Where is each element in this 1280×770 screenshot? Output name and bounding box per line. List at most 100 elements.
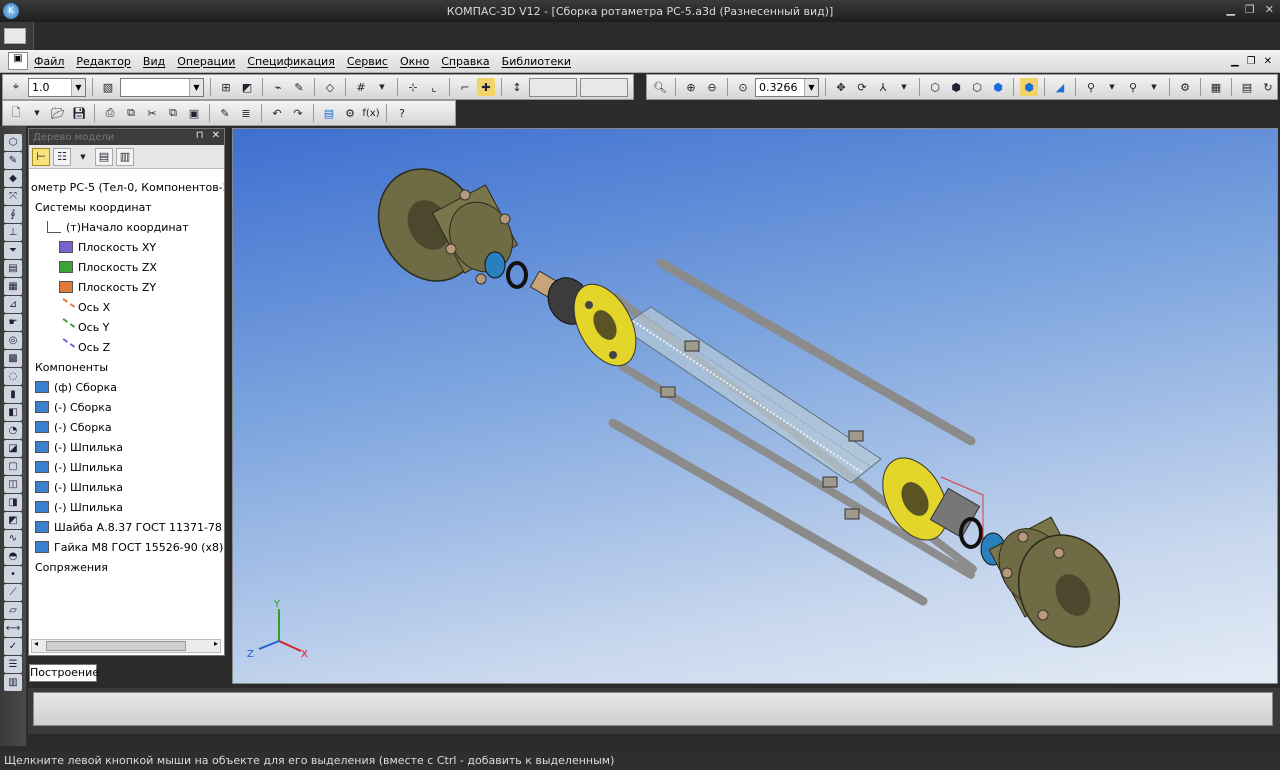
menu-view[interactable]: Вид (137, 55, 171, 68)
report-icon[interactable]: ▤ (4, 260, 22, 277)
save-icon[interactable]: 💾︎ (70, 104, 88, 122)
menu-help[interactable]: Справка (435, 55, 495, 68)
orientation-icon[interactable]: ◩ (238, 78, 256, 96)
restore-icon[interactable]: ❐ (1245, 3, 1255, 16)
tab-build[interactable]: Построение (29, 664, 99, 682)
doc-minimize-icon[interactable]: ▁ (1231, 56, 1239, 67)
variables-icon[interactable]: ⚙ (341, 104, 359, 122)
tree-properties-icon[interactable]: ▥ (116, 147, 134, 166)
menu-operations[interactable]: Операции (171, 55, 241, 68)
redo-icon[interactable]: ↷ (289, 104, 307, 122)
array-icon[interactable]: ▩ (4, 350, 22, 367)
refresh-icon[interactable]: ↻ (1259, 78, 1277, 96)
point-icon[interactable]: • (4, 566, 22, 583)
paste-icon[interactable]: ▣ (185, 104, 203, 122)
dropdown-icon[interactable]: ▼ (1145, 78, 1163, 96)
layer-style-icon[interactable]: ▧ (99, 78, 117, 96)
mirror-icon[interactable]: ◨ (4, 494, 22, 511)
menu-libraries[interactable]: Библиотеки (496, 55, 577, 68)
tree-root[interactable]: ометр РС-5 (Тел-0, Компонентов-23) (31, 177, 224, 197)
tree-item[interactable]: (-) Сборка (35, 417, 112, 437)
scroll-right-icon[interactable]: ▸ (214, 639, 218, 648)
cut-icon[interactable]: ✂ (143, 104, 161, 122)
perspective-icon[interactable]: ◢ (1051, 78, 1069, 96)
open-icon[interactable]: 📂︎ (49, 104, 67, 122)
orient-icon[interactable]: ⅄ (874, 78, 892, 96)
tree-item[interactable]: Ось X (56, 297, 110, 317)
hidden-thin-icon[interactable]: ⬡ (968, 78, 986, 96)
shaded-edges-icon[interactable]: ⬢ (1020, 78, 1038, 96)
tree-item[interactable]: Системы координат (35, 197, 152, 217)
shell-icon[interactable]: ▢ (4, 458, 22, 475)
tree-item[interactable]: (-) Шпилька (35, 457, 123, 477)
zoom-in-icon[interactable]: ⊕ (682, 78, 700, 96)
measure-tool-icon[interactable]: ⟷ (4, 620, 22, 637)
zoom-out-icon[interactable]: ⊖ (703, 78, 721, 96)
coordinate-readout-icon[interactable]: ↕ (508, 78, 526, 96)
close-icon[interactable]: ✕ (1265, 3, 1274, 16)
spring-icon[interactable]: ∮ (4, 206, 22, 223)
3d-viewport[interactable]: Y X Z (232, 128, 1278, 684)
rib-icon[interactable]: ◫ (4, 476, 22, 493)
properties-icon[interactable]: ⚙ (1176, 78, 1194, 96)
format-painter-icon[interactable]: ✎ (216, 104, 234, 122)
dropdown-icon[interactable]: ▼ (1103, 78, 1121, 96)
tree-item[interactable]: Плоскость ZY (59, 277, 156, 297)
tree-item[interactable]: Шайба А.8.37 ГОСТ 11371-78 (x (35, 517, 224, 537)
menu-specification[interactable]: Спецификация (241, 55, 340, 68)
properties-list-icon[interactable]: ≣ (237, 104, 255, 122)
round-mode-icon[interactable]: ✚ (477, 78, 495, 96)
undo-icon[interactable]: ↶ (268, 104, 286, 122)
sketch-icon[interactable]: ✎ (4, 152, 22, 169)
x-coordinate-field[interactable] (529, 77, 577, 97)
menu-editor[interactable]: Редактор (70, 55, 137, 68)
tree-item[interactable]: (-) Сборка (35, 397, 112, 417)
tree-item[interactable]: Плоскость ZX (59, 257, 157, 277)
tree-item[interactable]: Ось Y (56, 317, 109, 337)
tree-item[interactable]: (-) Шпилька (35, 497, 123, 517)
spec-icon[interactable]: ☰ (4, 656, 22, 673)
tree-item[interactable]: Сопряжения (35, 557, 108, 577)
tree-item[interactable]: Компоненты (35, 357, 108, 377)
calculator-icon[interactable]: ▤ (1238, 78, 1256, 96)
doc-close-icon[interactable]: ✕ (1264, 56, 1272, 67)
sweep-icon[interactable]: ◌ (4, 368, 22, 385)
measure-icon[interactable]: ⌁ (269, 78, 287, 96)
extrude-icon[interactable]: ▮ (4, 386, 22, 403)
dropdown-icon[interactable]: ▼ (373, 78, 391, 96)
menu-service[interactable]: Сервис (341, 55, 394, 68)
table-icon[interactable]: ▦ (4, 278, 22, 295)
tree-item[interactable]: Гайка М8 ГОСТ 15526-90 (x8) (35, 537, 223, 557)
dropdown-icon[interactable]: ▼ (28, 104, 46, 122)
document-menu-icon[interactable]: ▣ (8, 52, 28, 70)
minimize-icon[interactable]: ▁ (1226, 3, 1234, 16)
menu-file[interactable]: Файл (28, 55, 70, 68)
function-icon[interactable]: f(x) (362, 104, 380, 122)
cut-extrude-icon[interactable]: ◧ (4, 404, 22, 421)
ruler-icon[interactable]: ⊿ (4, 296, 22, 313)
tree-item[interactable]: (т)Начало координат (47, 217, 189, 237)
diagnostics-icon[interactable]: ✓ (4, 638, 22, 655)
curve-icon[interactable]: ∿ (4, 530, 22, 547)
edit-assembly-icon[interactable]: ⬡ (4, 134, 22, 151)
tree-item[interactable]: (-) Шпилька (35, 437, 123, 457)
ortho-mode-icon[interactable]: ⌐ (456, 78, 474, 96)
dropdown-icon[interactable]: ▼ (895, 78, 913, 96)
tree-structure-icon[interactable]: ⊢ (32, 147, 50, 166)
doc-restore-icon[interactable]: ❐ (1247, 56, 1256, 67)
y-coordinate-field[interactable] (580, 77, 628, 97)
axis-tool-icon[interactable]: ⟋ (4, 584, 22, 601)
hand-icon[interactable]: ☛ (4, 314, 22, 331)
filter-funnel-icon[interactable]: ⏷ (4, 242, 22, 259)
snap-icon[interactable]: ⊹ (404, 78, 422, 96)
filter-icon[interactable]: ⚲ (1082, 78, 1100, 96)
step-combo[interactable]: 1.0 ▼ (28, 77, 86, 97)
ortho-icon[interactable]: ⌞ (425, 78, 443, 96)
library-manager-icon[interactable]: ▦ (1207, 78, 1225, 96)
rotate-icon[interactable]: ⟳ (853, 78, 871, 96)
panel-close-icon[interactable]: ✕ (212, 130, 220, 141)
help-pointer-icon[interactable]: ? (393, 104, 411, 122)
dropdown-icon[interactable]: ▼ (74, 148, 92, 166)
cursor-snap-icon[interactable]: ⌖ (7, 78, 25, 96)
pan-icon[interactable]: ✥ (832, 78, 850, 96)
